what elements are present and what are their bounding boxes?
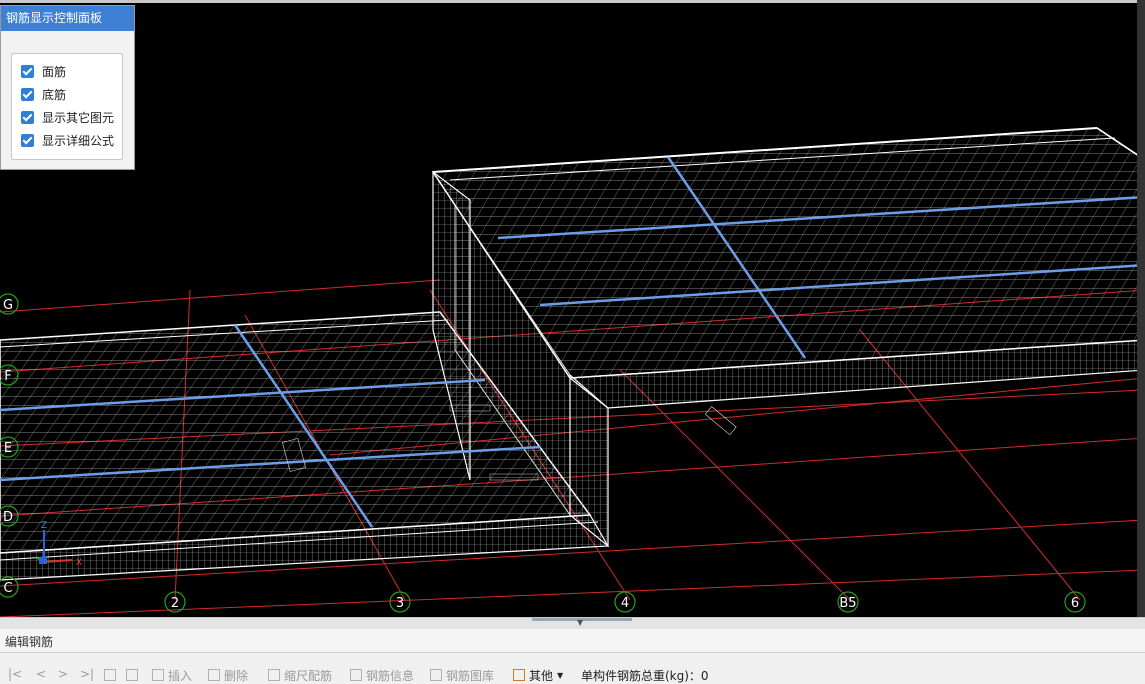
- rebar-library-label: 钢筋图库: [446, 668, 495, 683]
- scale-rebar-button[interactable]: 缩尺配筋: [268, 667, 332, 683]
- other-icon: [513, 669, 525, 681]
- move-up-icon: [104, 669, 116, 681]
- rebar-library-icon: [430, 669, 442, 681]
- checkbox-checked-icon[interactable]: [21, 110, 34, 124]
- insert-icon: [152, 669, 164, 681]
- chevron-down-icon[interactable]: ▼: [577, 618, 583, 627]
- gizmo-z-label: Z: [41, 521, 47, 531]
- first-record-button[interactable]: |<: [8, 667, 22, 681]
- next-record-button[interactable]: >: [58, 667, 68, 681]
- axis-row-f-label: F: [4, 369, 11, 384]
- other-label: 其他: [529, 668, 554, 683]
- delete-button[interactable]: 删除: [208, 667, 248, 683]
- axis-col-6-label: 6: [1071, 596, 1079, 611]
- scale-rebar-label: 缩尺配筋: [284, 668, 333, 683]
- option-label: 底筋: [42, 87, 67, 102]
- axis-col-4-label: 4: [621, 596, 629, 611]
- rebar-library-button[interactable]: 钢筋图库: [430, 667, 494, 683]
- edit-rebar-title: 编辑钢筋: [5, 635, 54, 649]
- other-dropdown-button[interactable]: 其他 ▼: [513, 667, 563, 683]
- insert-label: 插入: [168, 668, 193, 683]
- rebar-info-label: 钢筋信息: [366, 668, 415, 683]
- 3d-viewport[interactable]: G F E D C 2 3 4 B5 6 Z X 钢筋显示控制面板 面筋 底筋 显示其它图元: [0, 0, 1145, 617]
- previous-record-button[interactable]: <: [36, 667, 46, 681]
- rebar-info-icon: [350, 669, 362, 681]
- axis-row-d-label: D: [3, 510, 13, 525]
- axis-col-b5-label: B5: [839, 596, 856, 611]
- axis-row-g-label: G: [3, 298, 13, 313]
- rebar-info-button[interactable]: 钢筋信息: [350, 667, 414, 683]
- option-bottom-rebar[interactable]: 底筋: [21, 85, 66, 103]
- rebar-display-control-panel: 钢筋显示控制面板 面筋 底筋 显示其它图元 显示详细公式: [0, 5, 135, 170]
- panel-title: 钢筋显示控制面板: [1, 6, 134, 31]
- checkbox-checked-icon[interactable]: [21, 133, 34, 147]
- checkbox-checked-icon[interactable]: [21, 87, 34, 101]
- move-up-button[interactable]: [104, 667, 120, 683]
- option-top-rebar[interactable]: 面筋: [21, 62, 66, 80]
- option-label: 显示详细公式: [42, 133, 115, 148]
- total-weight-label: 单构件钢筋总重(kg)：0: [581, 668, 709, 683]
- rebar-3d-scene[interactable]: G F E D C 2 3 4 B5 6 Z X: [0, 0, 1145, 617]
- delete-icon: [208, 669, 220, 681]
- chevron-down-icon: ▼: [557, 670, 564, 680]
- rebar-edit-toolbar: |< < > >| 插入 删除 缩尺配筋 钢筋信息 钢筋图库 其他 ▼ 单构件钢筋…: [0, 653, 1145, 684]
- axis-col-2-label: 2: [171, 596, 179, 611]
- edit-rebar-header: 编辑钢筋: [0, 629, 1145, 653]
- move-down-button[interactable]: [126, 667, 142, 683]
- option-show-other-elements[interactable]: 显示其它图元: [21, 108, 114, 126]
- delete-label: 删除: [224, 668, 249, 683]
- move-down-icon: [126, 669, 138, 681]
- axis-row-e-label: E: [4, 441, 12, 456]
- option-label: 显示其它图元: [42, 110, 115, 125]
- option-show-detailed-formula[interactable]: 显示详细公式: [21, 131, 114, 149]
- right-toolbar-strip[interactable]: [1137, 0, 1145, 617]
- scale-rebar-icon: [268, 669, 280, 681]
- axis-row-c-label: C: [3, 581, 12, 596]
- checkbox-checked-icon[interactable]: [21, 64, 34, 78]
- viewport-top-border: [0, 0, 1145, 3]
- insert-button[interactable]: 插入: [152, 667, 192, 683]
- gizmo-x-label: X: [76, 558, 82, 568]
- axis-col-3-label: 3: [396, 596, 404, 611]
- option-label: 面筋: [42, 64, 67, 79]
- last-record-button[interactable]: >|: [80, 667, 94, 681]
